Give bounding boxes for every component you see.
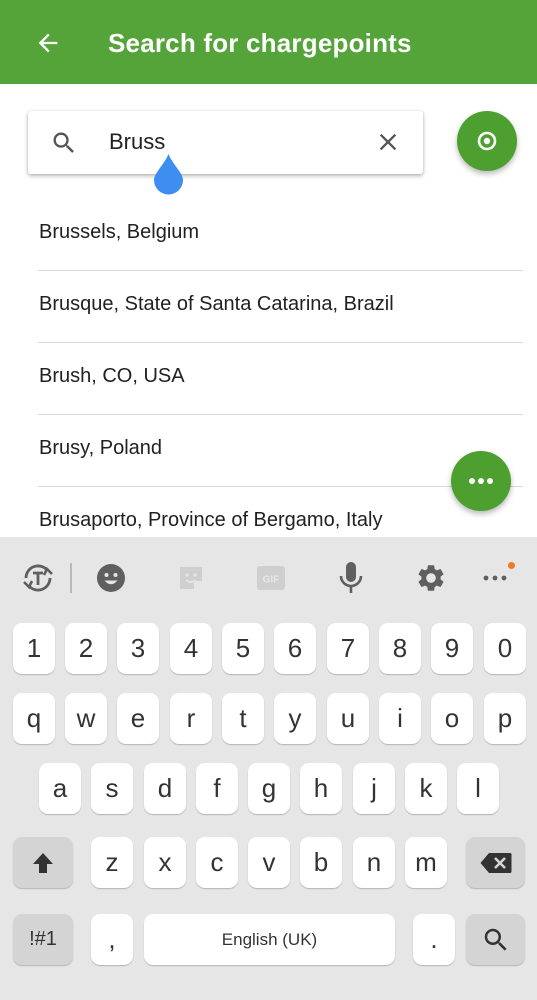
translate-button[interactable]	[18, 558, 58, 598]
key-l[interactable]: l	[457, 763, 499, 814]
key-3[interactable]: 3	[117, 623, 159, 674]
key-o[interactable]: o	[431, 693, 473, 744]
key-6[interactable]: 6	[274, 623, 316, 674]
key-w[interactable]: w	[65, 693, 107, 744]
key-d[interactable]: d	[144, 763, 186, 814]
key-0[interactable]: 0	[484, 623, 526, 674]
voice-input-button[interactable]	[331, 558, 371, 598]
key-2[interactable]: 2	[65, 623, 107, 674]
page-title: Search for chargepoints	[108, 28, 412, 58]
key-p[interactable]: p	[484, 693, 526, 744]
suggestion-list: Brussels, Belgium Brusque, State of Sant…	[0, 199, 537, 559]
key-s[interactable]: s	[91, 763, 133, 814]
more-options-button[interactable]	[451, 451, 511, 511]
key-t[interactable]: t	[222, 693, 264, 744]
gif-label: GIF	[263, 575, 280, 586]
key-y[interactable]: y	[274, 693, 316, 744]
space-key[interactable]: English (UK)	[144, 914, 395, 965]
key-h[interactable]: h	[300, 763, 342, 814]
gif-button[interactable]: GIF	[251, 558, 291, 598]
suggestion-label: Brusy, Poland	[39, 437, 163, 459]
key-5[interactable]: 5	[222, 623, 264, 674]
suggestion-item[interactable]: Brussels, Belgium	[0, 199, 537, 271]
sticker-icon	[180, 567, 202, 589]
key-9[interactable]: 9	[431, 623, 473, 674]
sticker-button[interactable]	[171, 558, 211, 598]
key-e[interactable]: e	[117, 693, 159, 744]
back-button[interactable]	[22, 24, 74, 62]
translate-icon	[23, 564, 53, 592]
period-key[interactable]: .	[413, 914, 455, 965]
microphone-icon	[339, 562, 363, 593]
on-screen-keyboard: GIF 1 2 3 4 5 6 7 8 9 0 q w e r t y u i …	[0, 537, 537, 1000]
more-icon	[483, 575, 507, 581]
locate-me-button[interactable]	[457, 111, 517, 171]
key-r[interactable]: r	[170, 693, 212, 744]
emoji-button[interactable]	[91, 558, 131, 598]
suggestion-label: Brussels, Belgium	[39, 221, 200, 243]
key-4[interactable]: 4	[170, 623, 212, 674]
keyboard-toolbar: GIF	[0, 537, 537, 619]
shift-icon	[33, 852, 53, 873]
key-x[interactable]: x	[144, 837, 186, 888]
backspace-key[interactable]	[466, 837, 525, 888]
notification-dot	[508, 562, 515, 569]
comma-key[interactable]: ,	[91, 914, 133, 965]
key-i[interactable]: i	[379, 693, 421, 744]
arrow-left-icon	[38, 33, 58, 53]
key-8[interactable]: 8	[379, 623, 421, 674]
key-f[interactable]: f	[196, 763, 238, 814]
key-a[interactable]: a	[39, 763, 81, 814]
close-icon	[379, 133, 397, 151]
key-7[interactable]: 7	[327, 623, 369, 674]
search-icon	[484, 928, 507, 951]
clear-search-button[interactable]	[373, 127, 403, 157]
text-cursor-handle[interactable]	[153, 153, 184, 195]
search-box[interactable]: Bruss	[28, 111, 423, 174]
key-b[interactable]: b	[300, 837, 342, 888]
target-location-icon	[477, 131, 497, 151]
keyboard-settings-button[interactable]	[411, 558, 451, 598]
shift-key[interactable]	[13, 837, 73, 888]
key-q[interactable]: q	[13, 693, 55, 744]
suggestion-label: Brusque, State of Santa Catarina, Brazil	[39, 293, 394, 315]
emoji-icon	[97, 564, 125, 592]
more-horizontal-icon	[469, 478, 493, 484]
suggestion-item[interactable]: Brusque, State of Santa Catarina, Brazil	[0, 271, 537, 343]
key-k[interactable]: k	[405, 763, 447, 814]
search-icon	[53, 132, 74, 153]
key-j[interactable]: j	[353, 763, 395, 814]
key-v[interactable]: v	[248, 837, 290, 888]
key-u[interactable]: u	[327, 693, 369, 744]
suggestion-label: Brusaporto, Province of Bergamo, Italy	[39, 509, 383, 531]
settings-icon	[418, 565, 444, 591]
key-c[interactable]: c	[196, 837, 238, 888]
search-key[interactable]	[466, 914, 525, 965]
key-m[interactable]: m	[405, 837, 447, 888]
suggestion-item[interactable]: Brush, CO, USA	[0, 343, 537, 415]
suggestion-label: Brush, CO, USA	[39, 365, 185, 387]
key-1[interactable]: 1	[13, 623, 55, 674]
gif-icon: GIF	[257, 566, 285, 590]
key-z[interactable]: z	[91, 837, 133, 888]
app-bar: Search for chargepoints	[0, 0, 537, 84]
backspace-icon	[480, 852, 511, 873]
key-g[interactable]: g	[248, 763, 290, 814]
key-n[interactable]: n	[353, 837, 395, 888]
symbols-key[interactable]: !#1	[13, 914, 73, 965]
toolbar-separator	[70, 563, 72, 593]
